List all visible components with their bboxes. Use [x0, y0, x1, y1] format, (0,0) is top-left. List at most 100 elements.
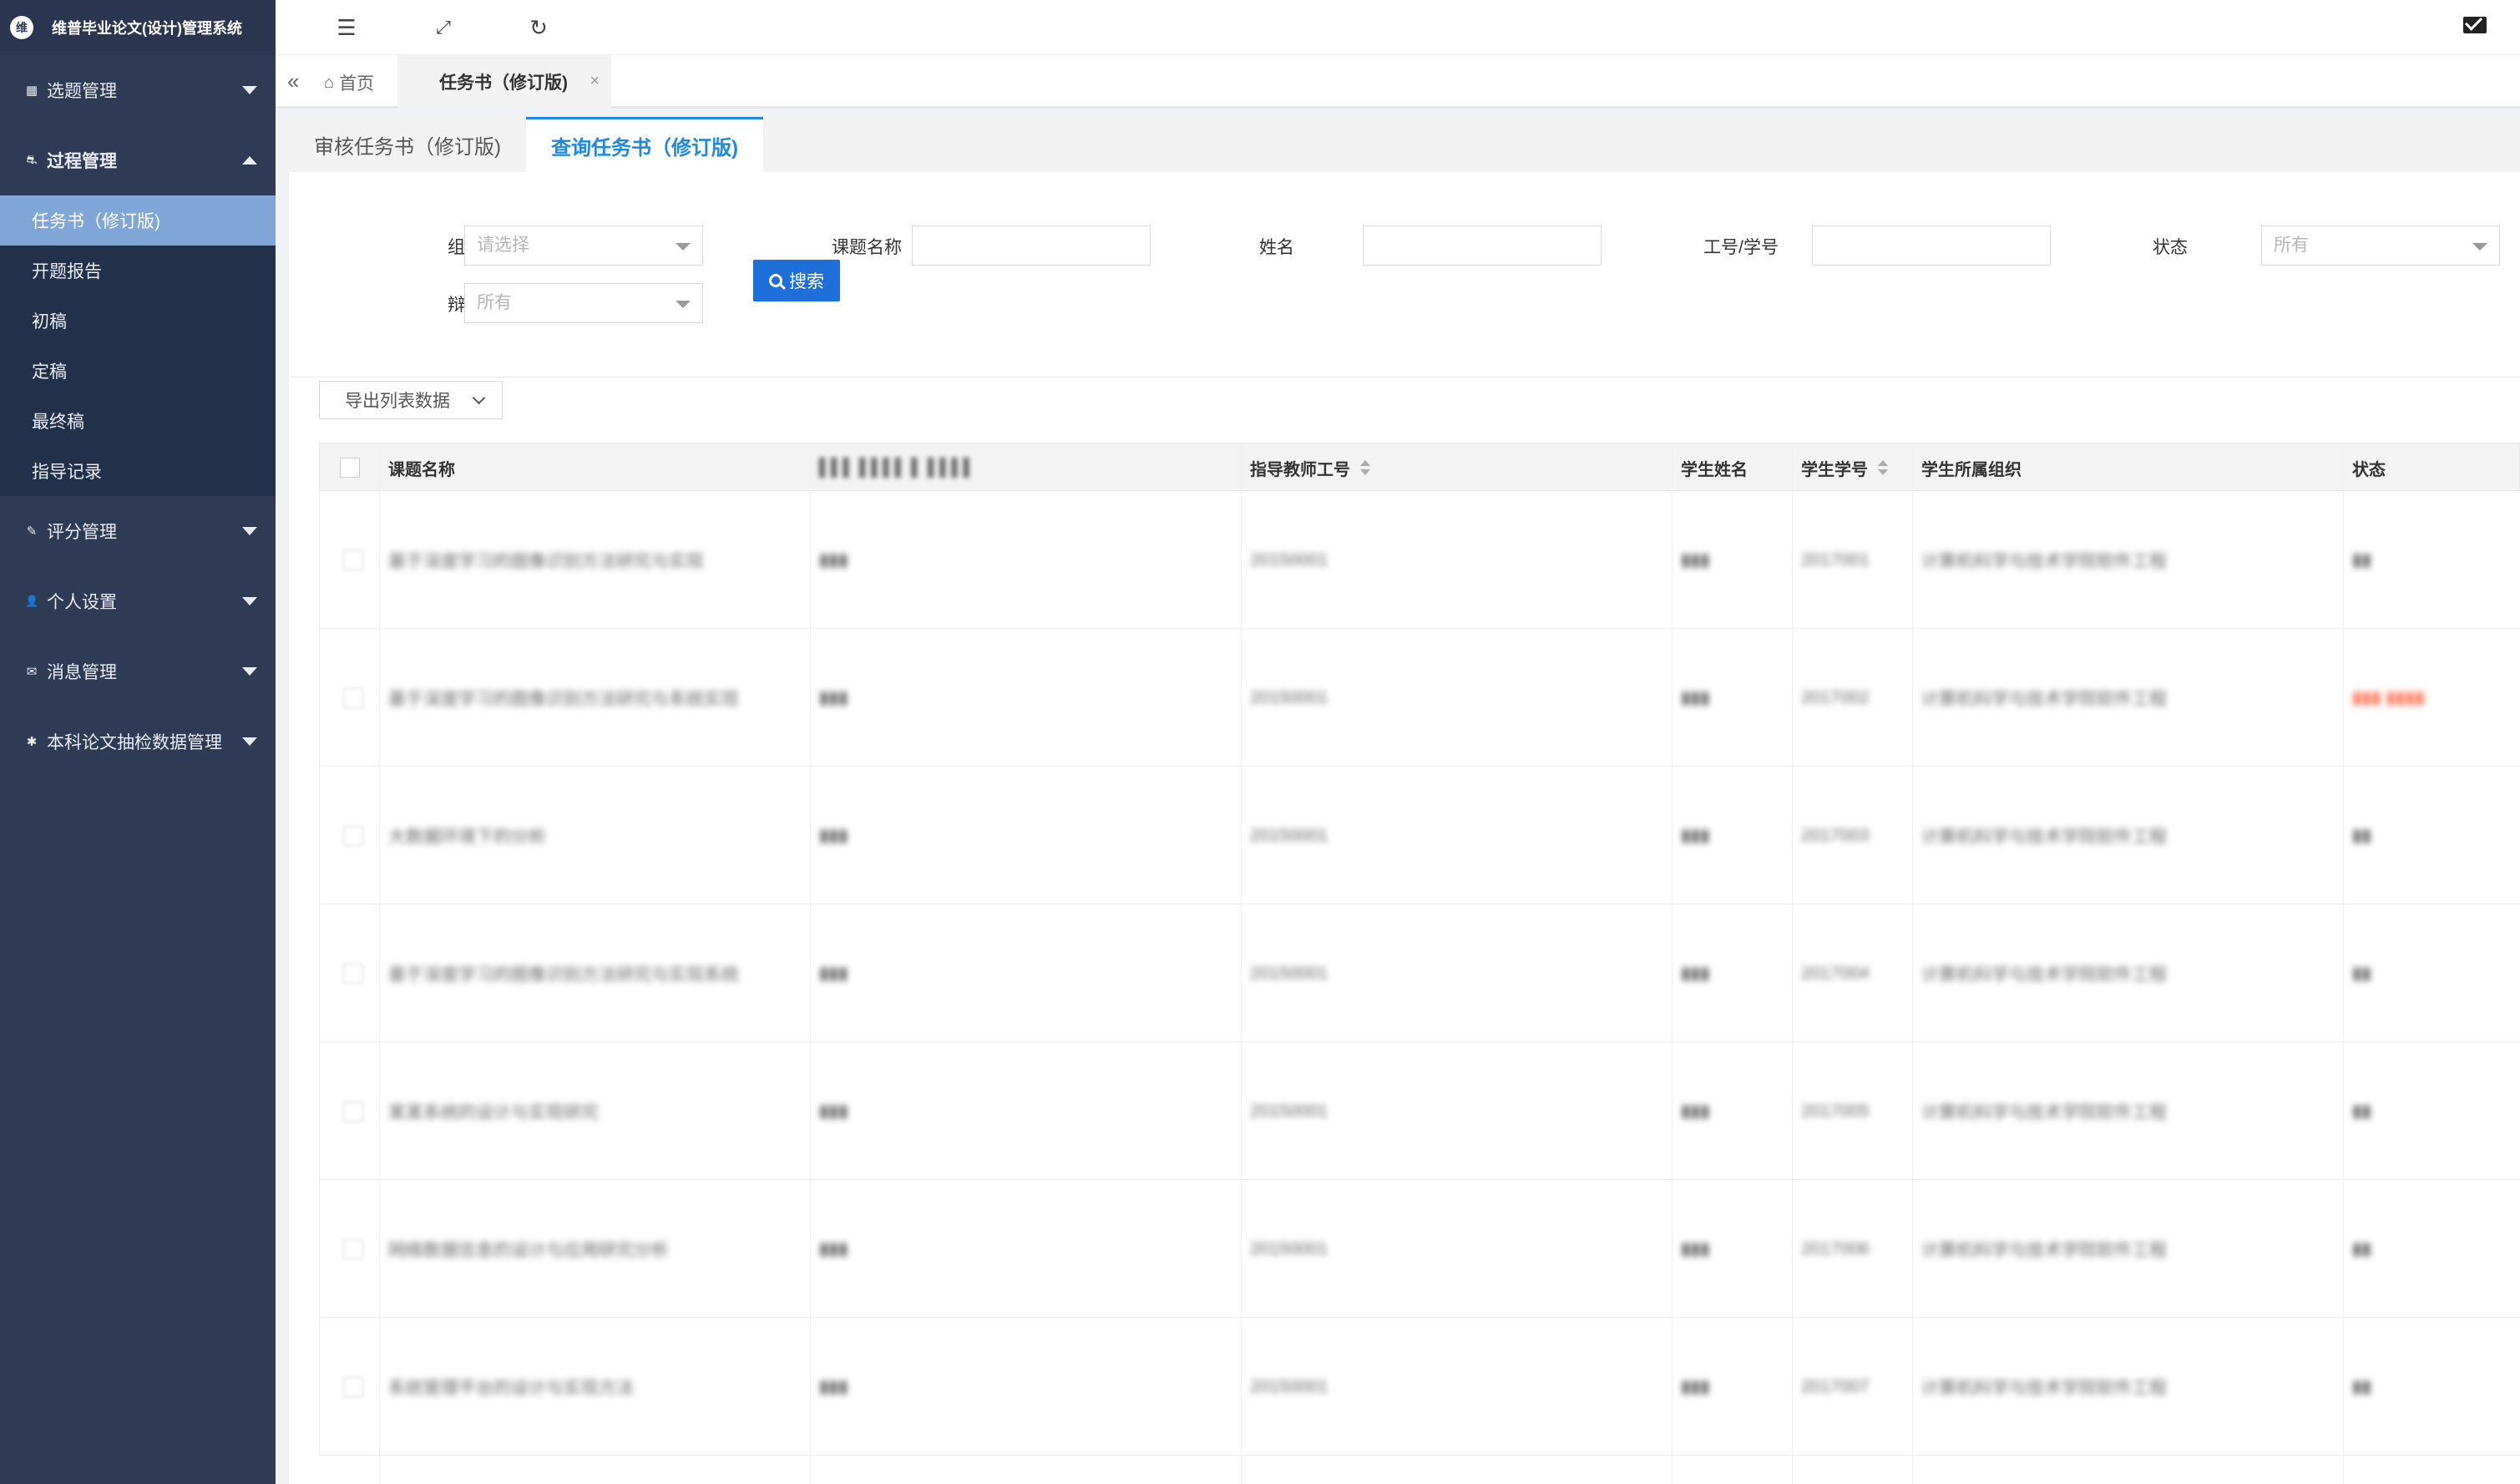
row-checkbox[interactable] [335, 1180, 363, 1318]
chevron-down-icon [242, 667, 257, 676]
table-row[interactable]: 基于深度学习的图像识别方法研究与实现 ▮▮▮ 20150001 ▮▮▮ 2017… [319, 491, 2520, 629]
cell-student-name: ▮▮▮ [1681, 688, 1710, 707]
top-toolbar: ☰ ⤢ ↻ [276, 0, 2520, 55]
sort-icon[interactable] [1360, 460, 1370, 475]
sidebar-item-first-draft[interactable]: 初稿 [0, 296, 276, 346]
search-button[interactable]: 搜索 [753, 260, 840, 301]
row-checkbox[interactable] [335, 491, 363, 629]
chevron-down-icon [242, 737, 257, 746]
gear-icon: ✱ [26, 735, 38, 749]
col-student-org[interactable]: 学生所属组织 [1913, 443, 2344, 492]
sidebar-group-label: 个人设置 [47, 593, 117, 612]
double-chevron-left-icon[interactable]: « [287, 68, 299, 94]
cell-teacher-id: 20150001 [1250, 963, 1328, 983]
sidebar-item-task-book[interactable]: 任务书（修订版) [0, 195, 276, 246]
col-status[interactable]: 状态 [2344, 443, 2520, 492]
cell-teacher-id: 20150001 [1250, 687, 1328, 707]
sidebar-group-grading[interactable]: ✎ 评分管理 [0, 496, 276, 566]
app-title: 维普毕业论文(设计)管理系统 [52, 20, 242, 37]
chevron-down-icon [676, 243, 691, 251]
cell-redacted: ▮▮▮ [819, 550, 848, 570]
chevron-down-icon [242, 597, 257, 605]
cell-topic: 基于深度学习的图像识别方法研究与实现系统 [388, 965, 739, 985]
refresh-icon[interactable]: ↻ [524, 13, 553, 42]
sidebar-group-label: 消息管理 [47, 663, 117, 682]
row-checkbox[interactable] [335, 904, 363, 1042]
select-all-checkbox[interactable] [339, 458, 360, 478]
status-select-value: 所有 [2274, 236, 2309, 255]
org-select[interactable]: 请选择 [464, 225, 703, 266]
col-redacted: ▌▌▌ ▌▌▌▌ ▌ ▌▌▌▌ [811, 443, 1242, 492]
cell-redacted: ▮▮▮ [819, 1102, 848, 1121]
filter-form: 组织 请选择 课题名称 姓名 工号/学号 状态 所有 辩次 所有 [289, 172, 2520, 377]
chevron-down-icon [472, 391, 486, 405]
cell-teacher-id: 20150001 [1250, 825, 1328, 845]
cell-status: ▮▮ [2352, 1102, 2372, 1121]
subtab-query-task-book[interactable]: 查询任务书（修订版) [526, 117, 763, 172]
cell-student-id: 2017004 [1801, 963, 1870, 983]
id-input[interactable] [1812, 225, 2051, 266]
page-tabs: « ⌂ 首页 任务书（修订版) × [276, 55, 2520, 109]
defense-select[interactable]: 所有 [464, 283, 703, 323]
name-label: 姓名 [1259, 238, 1294, 257]
table-row[interactable]: 网络数据信息的设计与应用研究分析 ▮▮▮ 20150001 ▮▮▮ 201700… [319, 1180, 2520, 1318]
table-row[interactable]: 大数据环境下的分析 ▮▮▮ 20150001 ▮▮▮ 2017003 计算机科学… [319, 767, 2520, 904]
select-all-cell [320, 443, 380, 492]
close-icon[interactable]: × [590, 72, 600, 91]
table-row[interactable]: 系统管理平台的设计与实现方法 ▮▮▮ 20150001 ▮▮▮ 2017007 … [319, 1318, 2520, 1456]
sidebar-group-process[interactable]: ⛐ 过程管理 [0, 125, 276, 195]
sub-tabs: 审核任务书（修订版) 查询任务书（修订版) [289, 117, 2520, 172]
sidebar-group-sampling[interactable]: ✱ 本科论文抽检数据管理 [0, 707, 276, 777]
sidebar-item-guidance-record[interactable]: 指导记录 [0, 446, 276, 496]
sidebar: 维 维普毕业论文(设计)管理系统 ▦ 选题管理 ⛐ 过程管理 任务书（修订版) … [0, 0, 276, 1484]
topic-label: 课题名称 [832, 238, 902, 257]
col-topic[interactable]: 课题名称 [380, 443, 811, 492]
tab-task-book[interactable]: 任务书（修订版) × [397, 55, 611, 109]
chevron-down-icon [676, 301, 691, 308]
process-icon: ⛐ [26, 152, 38, 167]
data-table: 课题名称 ▌▌▌ ▌▌▌▌ ▌ ▌▌▌▌ 指导教师工号 学生姓名 学生学号 学生… [319, 443, 2520, 1484]
name-input[interactable] [1363, 225, 1602, 266]
sidebar-item-final-draft[interactable]: 定稿 [0, 346, 276, 396]
org-select-value: 请选择 [477, 236, 529, 255]
sidebar-group-messages[interactable]: ✉ 消息管理 [0, 636, 276, 707]
row-checkbox[interactable] [335, 629, 363, 767]
cell-student-id: 2017005 [1801, 1101, 1870, 1121]
cell-student-org: 计算机科学与技术学院软件工程 [1921, 1102, 2167, 1122]
tab-home[interactable]: ⌂ 首页 [324, 70, 374, 95]
sidebar-item-final-version[interactable]: 最终稿 [0, 396, 276, 446]
sidebar-item-proposal[interactable]: 开题报告 [0, 246, 276, 296]
subtab-review-task-book[interactable]: 审核任务书（修订版) [289, 117, 526, 172]
user-icon: 👤 [25, 595, 39, 607]
collapse-menu-icon[interactable]: ☰ [332, 13, 361, 42]
grid-icon: ▦ [25, 84, 38, 98]
col-teacher-id[interactable]: 指导教师工号 [1242, 443, 1672, 492]
status-select[interactable]: 所有 [2261, 225, 2500, 266]
search-button-label: 搜索 [789, 272, 824, 291]
sort-icon[interactable] [1878, 460, 1888, 475]
table-row[interactable]: 某某系统的设计与实现研究 ▮▮▮ 20150001 ▮▮▮ 2017005 计算… [319, 1042, 2520, 1180]
cell-topic: 大数据环境下的分析 [388, 827, 546, 847]
topic-input[interactable] [912, 225, 1151, 266]
table-row[interactable]: 基于深度学习的图像识别方法研究与实现系统 ▮▮▮ 20150001 ▮▮▮ 20… [319, 904, 2520, 1042]
cell-student-id: 2017001 [1801, 550, 1870, 570]
row-checkbox[interactable] [335, 767, 363, 904]
col-student-name[interactable]: 学生姓名 [1672, 443, 1793, 492]
row-checkbox[interactable] [335, 1318, 363, 1456]
cell-student-org: 计算机科学与技术学院软件工程 [1921, 965, 2167, 985]
row-checkbox[interactable] [335, 1042, 363, 1180]
cell-student-org: 计算机科学与技术学院软件工程 [1921, 689, 2167, 709]
chevron-up-icon [242, 156, 257, 165]
export-list-button[interactable]: 导出列表数据 [319, 381, 503, 419]
fullscreen-icon[interactable]: ⤢ [429, 13, 458, 42]
message-icon: ✉ [26, 665, 38, 679]
col-student-id[interactable]: 学生学号 [1793, 443, 1913, 492]
sidebar-group-personal[interactable]: 👤 个人设置 [0, 566, 276, 636]
tab-label: 任务书（修订版) [439, 73, 568, 93]
table-row[interactable]: 基于深度学习的图像识别方法研究与系统实现 ▮▮▮ 20150001 ▮▮▮ 20… [319, 629, 2520, 767]
sidebar-group-label: 本科论文抽检数据管理 [47, 733, 222, 752]
cell-topic: 基于深度学习的图像识别方法研究与实现 [388, 551, 704, 571]
sidebar-group-topic[interactable]: ▦ 选题管理 [0, 55, 276, 125]
mail-icon[interactable] [2463, 17, 2487, 33]
cell-student-name: ▮▮▮ [1681, 1239, 1710, 1259]
